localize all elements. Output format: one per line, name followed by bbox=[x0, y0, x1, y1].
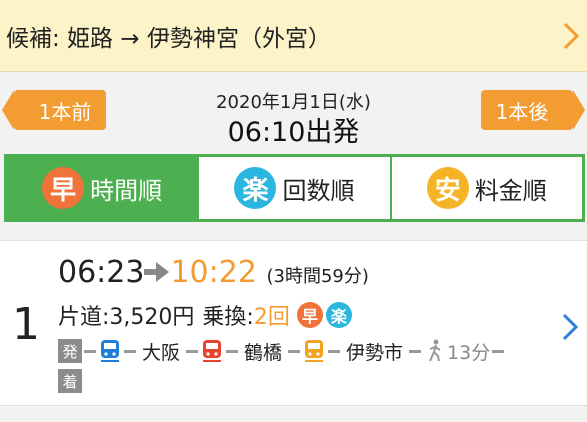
route-candidate-bar[interactable]: 候補: 姫路 → 伊勢神宮（外宮） bbox=[0, 0, 587, 72]
station-osaka: 大阪 bbox=[142, 341, 181, 364]
train-icon bbox=[305, 340, 324, 362]
route-segment bbox=[124, 349, 136, 353]
route-segment bbox=[226, 349, 239, 353]
easy-badge-icon: 楽 bbox=[325, 302, 352, 328]
tab-label: 料金順 bbox=[474, 176, 547, 205]
arrive-time: 10:22 bbox=[170, 255, 257, 290]
arrive-tag: 着 bbox=[58, 369, 82, 393]
route-times: 06:23 10:22 (3時間59分) bbox=[58, 255, 369, 290]
chevron-right-icon bbox=[562, 313, 579, 341]
route-segment bbox=[492, 349, 505, 353]
train-icon bbox=[203, 340, 222, 362]
route-segment bbox=[288, 349, 301, 353]
route-segment bbox=[409, 349, 422, 353]
walk-time: 13分 bbox=[447, 341, 491, 364]
train-icon bbox=[101, 340, 119, 362]
tab-sort-by-fare[interactable]: 安 料金順 bbox=[392, 157, 582, 219]
chevron-right-icon bbox=[563, 22, 580, 50]
fare-label: 片道: bbox=[58, 305, 110, 330]
route-segment bbox=[186, 349, 199, 353]
tab-label: 回数順 bbox=[282, 176, 355, 205]
fast-badge-icon: 早 bbox=[42, 167, 85, 209]
walk-icon bbox=[429, 339, 441, 362]
tab-label: 時間順 bbox=[90, 176, 163, 205]
cheap-badge-icon: 安 bbox=[426, 167, 469, 209]
fast-badge-icon: 早 bbox=[296, 302, 323, 328]
next-train-button[interactable]: 1本後 bbox=[481, 90, 585, 130]
depart-time: 06:23 bbox=[58, 255, 145, 290]
tab-sort-by-time[interactable]: 早 時間順 bbox=[7, 157, 200, 219]
arrow-right-icon bbox=[144, 262, 170, 282]
station-iseshi: 伊勢市 bbox=[346, 341, 404, 364]
route-segment bbox=[328, 349, 341, 353]
route-path: 発 大阪 鶴橋 伊勢市 13分 bbox=[58, 337, 506, 365]
tab-sort-by-transfers[interactable]: 楽 回数順 bbox=[199, 157, 392, 219]
easy-badge-icon: 楽 bbox=[234, 167, 277, 209]
fare-line: 片道: 3,520円 乗換: 2回 早 楽 bbox=[58, 299, 352, 331]
time-nav: 1本前 2020年1月1日(水) 06:10出発 1本後 bbox=[0, 72, 587, 154]
depart-tag: 発 bbox=[58, 339, 82, 363]
route-number: 1 bbox=[12, 299, 40, 350]
trip-duration: (3時間59分) bbox=[266, 266, 369, 287]
station-tsuruhashi: 鶴橋 bbox=[244, 341, 283, 364]
route-result-card[interactable]: 1 06:23 10:22 (3時間59分) 片道: 3,520円 乗換: 2回 … bbox=[0, 240, 587, 406]
route-segment bbox=[84, 349, 96, 353]
sort-tabs: 早 時間順 楽 回数順 安 料金順 bbox=[4, 154, 585, 222]
transfer-value: 2回 bbox=[253, 305, 290, 330]
transfer-label: 乗換: bbox=[202, 305, 254, 330]
fare-value: 3,520円 bbox=[109, 305, 195, 330]
candidate-text: 候補: 姫路 → 伊勢神宮（外宮） bbox=[6, 25, 331, 52]
